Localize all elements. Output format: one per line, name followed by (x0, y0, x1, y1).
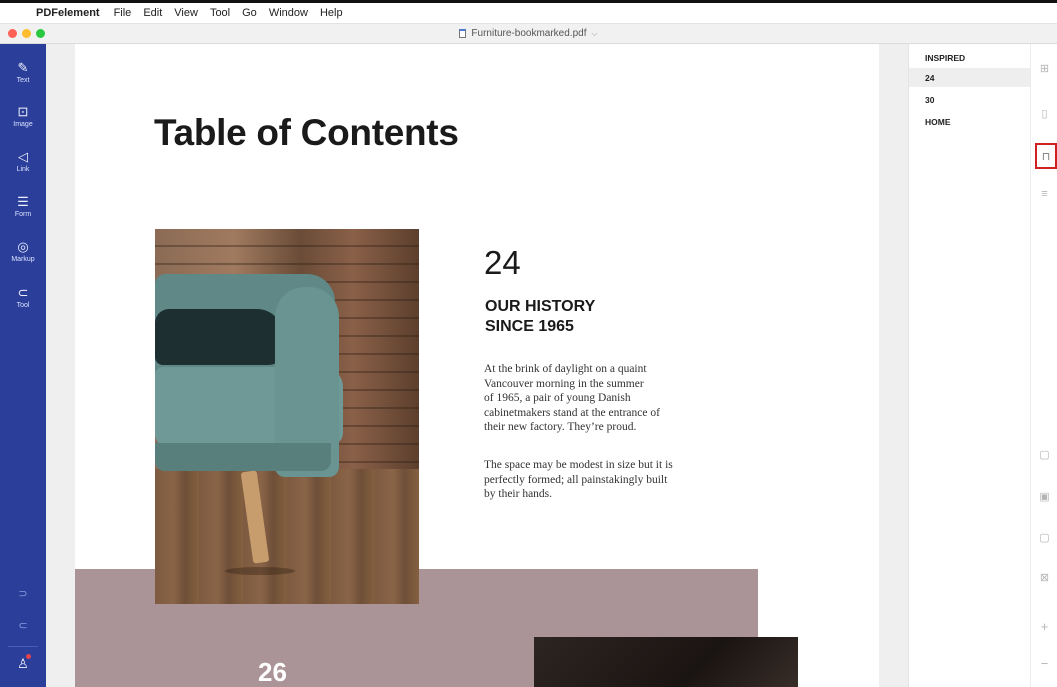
comment-icon[interactable]: ▣ (1031, 490, 1057, 503)
attachment-icon[interactable]: ▢ (1031, 531, 1057, 544)
toolbar-divider (8, 646, 38, 647)
notification-dot (26, 654, 31, 659)
close-window-button[interactable] (8, 29, 17, 38)
text-line: of 1965, a pair of young Danish (484, 392, 631, 404)
bookmark-icon[interactable]: ⊓ (1035, 143, 1057, 169)
leg-shadow (225, 567, 295, 575)
menu-help[interactable]: Help (320, 7, 343, 19)
text-line: by their hands. (484, 488, 553, 500)
section-title-line: SINCE 1965 (485, 318, 574, 335)
paragraph-1[interactable]: At the brink of daylight on a quaint Van… (484, 362, 714, 435)
zoom-window-button[interactable] (36, 29, 45, 38)
page-icon[interactable]: ▯ (1031, 107, 1057, 120)
tool-label: Link (16, 165, 30, 173)
section-number[interactable]: 24 (484, 244, 521, 282)
text-line: The space may be modest in size but it i… (484, 459, 673, 471)
link-icon: ◁ (18, 148, 28, 164)
chevron-down-icon: ⌵ (591, 28, 598, 38)
redo-icon[interactable]: ⊃ (0, 587, 46, 600)
pencil-icon: ✎ (17, 59, 29, 75)
window-controls (8, 29, 45, 38)
tool-text[interactable]: ✎ Text (0, 52, 46, 92)
menu-app-name[interactable]: PDFelement (36, 7, 100, 19)
text-line: their new factory. They’re proud. (484, 421, 637, 433)
paragraph-2[interactable]: The space may be modest in size but it i… (484, 458, 714, 502)
annotation-icon[interactable]: ▢ (1031, 448, 1057, 461)
menu-go[interactable]: Go (242, 7, 257, 19)
bookmark-item[interactable]: HOME (909, 112, 1031, 131)
undo-icon[interactable]: ⊂ (0, 619, 46, 632)
tool-label: Form (14, 210, 32, 218)
thumbnails-icon[interactable]: ⊞ (1031, 62, 1057, 75)
tool-icon: ⊂ (17, 284, 29, 300)
zoom-out-icon[interactable]: − (1031, 656, 1057, 671)
pdf-file-icon (459, 29, 467, 38)
tool-link[interactable]: ◁ Link (0, 141, 46, 181)
section-title[interactable]: OUR HISTORY SINCE 1965 (485, 297, 705, 337)
tool-tool[interactable]: ⊂ Tool (0, 277, 46, 317)
text-line: perfectly formed; all painstakingly buil… (484, 473, 668, 486)
image-icon: ⊡ (17, 103, 29, 119)
tool-markup[interactable]: ◎ Markup (0, 231, 46, 271)
text-line: Vancouver morning in the summer (484, 377, 644, 390)
document-title-text: Furniture-bookmarked.pdf (471, 28, 587, 39)
form-icon: ☰ (17, 193, 29, 209)
bookmark-item[interactable]: 30 (909, 90, 1031, 109)
menu-window[interactable]: Window (269, 7, 308, 19)
window-titlebar: Furniture-bookmarked.pdf ⌵ (0, 24, 1057, 44)
secondary-photo[interactable] (534, 637, 798, 687)
bookmarks-panel: INSPIRED 24 30 HOME (908, 44, 1031, 687)
page-heading: Table of Contents (154, 112, 459, 153)
bookmark-item[interactable]: INSPIRED (909, 48, 1031, 67)
next-section-number[interactable]: 26 (258, 657, 287, 687)
tool-label: Text (16, 76, 30, 84)
sofa-photo[interactable] (155, 229, 419, 604)
markup-icon: ◎ (17, 238, 29, 254)
menu-view[interactable]: View (174, 7, 198, 19)
menu-tool[interactable]: Tool (210, 7, 230, 19)
sofa-base (155, 443, 331, 471)
tool-label: Image (13, 120, 33, 128)
text-line: cabinetmakers stand at the entrance of (484, 406, 660, 419)
outline-icon[interactable]: ≡ (1031, 188, 1057, 200)
document-title[interactable]: Furniture-bookmarked.pdf ⌵ (0, 28, 1057, 39)
account-icon[interactable]: ♙ (0, 654, 46, 672)
left-toolbar: ✎ Text ⊡ Image ◁ Link ☰ Form ◎ Markup ⊂ … (0, 44, 46, 687)
bookmark-item-selected[interactable]: 24 (909, 68, 1031, 87)
minimize-window-button[interactable] (22, 29, 31, 38)
right-sidebar: ⊞ ▯ ⊓ ≡ ▢ ▣ ▢ ⊠ + − (1030, 44, 1057, 687)
text-line: At the brink of daylight on a quaint (484, 363, 647, 375)
sofa-pillow (155, 309, 283, 365)
zoom-in-icon[interactable]: + (1031, 619, 1057, 634)
tool-image[interactable]: ⊡ Image (0, 96, 46, 136)
tool-label: Tool (16, 301, 30, 309)
tool-form[interactable]: ☰ Form (0, 186, 46, 226)
menu-bar: PDFelement File Edit View Tool Go Window… (0, 0, 1057, 24)
photo-floor (155, 469, 419, 604)
search-page-icon[interactable]: ⊠ (1031, 571, 1057, 584)
pdf-page[interactable]: Table of Contents 24 OUR HISTORY SINCE 1… (75, 44, 879, 687)
menu-file[interactable]: File (114, 7, 132, 19)
tool-label: Markup (11, 255, 35, 263)
section-title-line: OUR HISTORY (485, 298, 596, 315)
menu-edit[interactable]: Edit (143, 7, 162, 19)
